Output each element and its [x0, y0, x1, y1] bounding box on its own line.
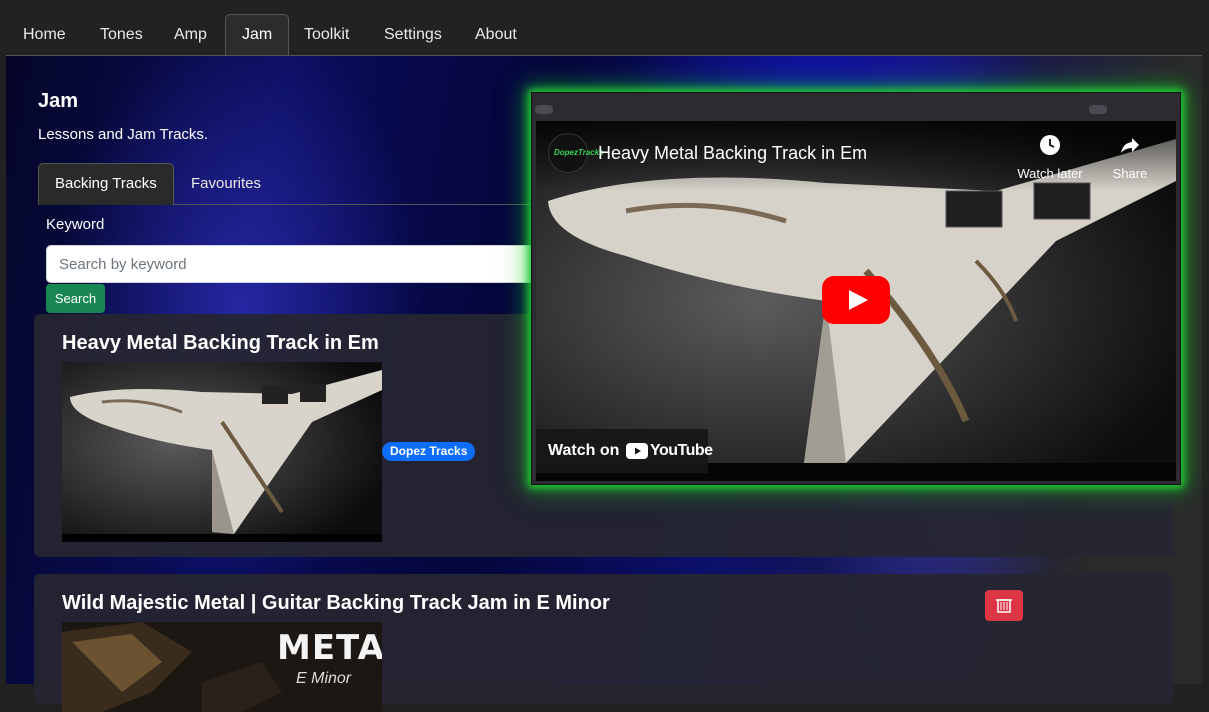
delete-button[interactable] [985, 590, 1023, 621]
nav-tones[interactable]: Tones [84, 14, 159, 55]
clock-icon [1040, 135, 1060, 155]
resize-handle[interactable] [1089, 105, 1107, 114]
guitar-thumbnail-image [62, 362, 382, 542]
youtube-wordmark: YouTube [650, 442, 713, 459]
watch-on-youtube-button[interactable]: Watch on YouTube [536, 429, 713, 473]
tab-favourites[interactable]: Favourites [175, 163, 277, 205]
track-card: Wild Majestic Metal | Guitar Backing Tra… [34, 574, 1174, 712]
resize-handle[interactable] [535, 105, 553, 114]
watch-later-label: Watch later [1017, 166, 1083, 181]
channel-logo-text: DopezTracks [554, 148, 604, 157]
watch-later-button[interactable]: Watch later [1010, 133, 1090, 181]
track-thumbnail[interactable]: METAL E Minor [62, 622, 382, 712]
channel-avatar[interactable]: DopezTracks [548, 133, 604, 173]
video-title[interactable]: Heavy Metal Backing Track in Em [598, 143, 867, 164]
nav-settings[interactable]: Settings [368, 14, 458, 55]
keyword-search-input[interactable] [46, 245, 546, 283]
youtube-player[interactable]: DopezTracks Heavy Metal Backing Track in… [536, 121, 1176, 481]
trash-icon [996, 599, 1012, 613]
thumbnail-text: METAL [277, 628, 382, 668]
page-title: Jam [38, 90, 79, 112]
search-button[interactable]: Search [46, 284, 105, 313]
share-button[interactable]: Share [1090, 133, 1170, 181]
nav-toolkit[interactable]: Toolkit [288, 14, 365, 55]
tab-backing-tracks[interactable]: Backing Tracks [38, 163, 174, 205]
video-popup: DopezTracks Heavy Metal Backing Track in… [531, 92, 1181, 485]
nav-home[interactable]: Home [7, 14, 82, 55]
play-icon [822, 276, 890, 324]
track-thumbnail[interactable] [62, 362, 382, 542]
nav-amp[interactable]: Amp [158, 14, 223, 55]
nav-about[interactable]: About [459, 14, 533, 55]
keyword-label: Keyword [46, 216, 105, 233]
youtube-logo-icon [626, 443, 648, 459]
watch-on-label: Watch on [548, 442, 620, 459]
thumbnail-subtext: E Minor [296, 670, 352, 687]
page-subtitle: Lessons and Jam Tracks. [38, 126, 209, 143]
nav-jam[interactable]: Jam [225, 14, 290, 56]
share-label: Share [1112, 166, 1148, 181]
top-navbar: Home Tones Amp Jam Toolkit Settings Abou… [0, 0, 1209, 56]
track-title: Wild Majestic Metal | Guitar Backing Tra… [62, 592, 610, 614]
channel-badge[interactable]: Dopez Tracks [382, 442, 476, 461]
track-title: Heavy Metal Backing Track in Em [62, 332, 379, 354]
share-arrow-icon [1121, 138, 1139, 153]
play-button[interactable] [822, 276, 890, 324]
